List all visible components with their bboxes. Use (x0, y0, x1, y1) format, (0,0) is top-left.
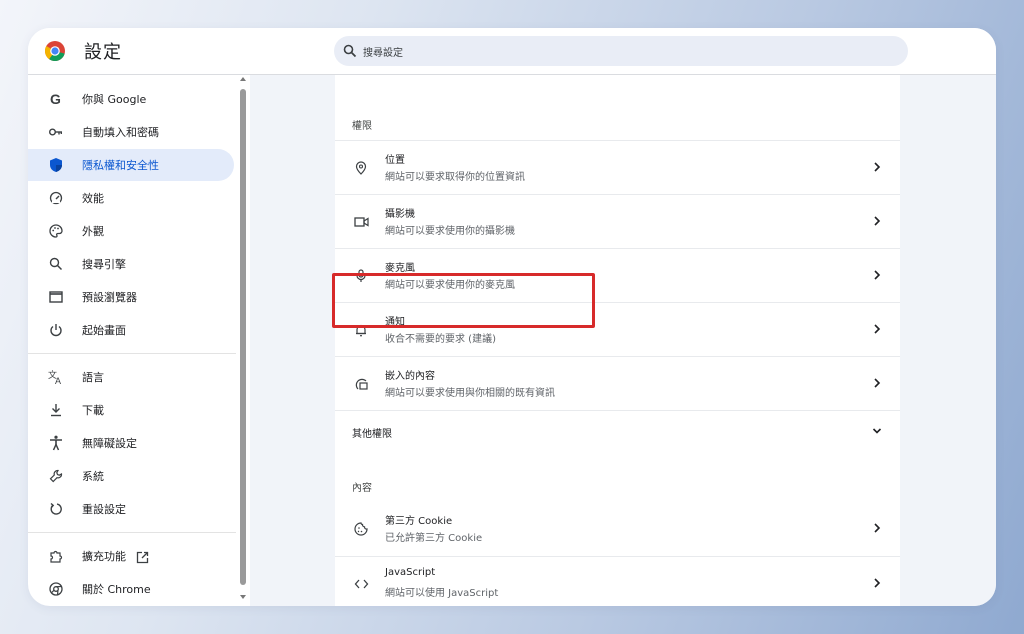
search-icon (48, 256, 64, 272)
google-g-icon: G (48, 91, 64, 107)
sidebar-item-label: 無障礙設定 (82, 437, 137, 450)
sidebar-item-appearance[interactable]: 外觀 (28, 215, 234, 247)
sidebar-item-downloads[interactable]: 下載 (28, 394, 234, 426)
permissions-heading: 權限 (352, 121, 372, 132)
sidebar-item-system[interactable]: 系統 (28, 460, 234, 492)
camera-icon (353, 214, 369, 230)
chevron-right-icon (872, 161, 882, 173)
row-subtitle: 網站可以要求取得你的位置資訊 (385, 172, 525, 183)
browser-window-icon (48, 289, 64, 305)
sidebar-item-label: 預設瀏覽器 (82, 291, 137, 304)
sidebar-item-label: 效能 (82, 192, 104, 205)
chrome-logo-icon (44, 40, 66, 62)
row-title: JavaScript (385, 567, 436, 578)
sidebar-item-on-startup[interactable]: 起始畫面 (28, 314, 234, 346)
row-title: 麥克風 (385, 263, 415, 274)
row-title: 位置 (385, 155, 405, 166)
puzzle-icon (48, 548, 64, 564)
sidebar-item-label: 起始畫面 (82, 324, 126, 337)
sidebar-item-label: 系統 (82, 470, 104, 483)
page-title: 設定 (84, 42, 122, 63)
code-icon (353, 576, 369, 592)
sidebar-item-label: 下載 (82, 404, 104, 417)
chevron-right-icon (872, 377, 882, 389)
chrome-icon (48, 581, 64, 597)
sidebar-item-label: 外觀 (82, 225, 104, 238)
location-pin-icon (353, 160, 369, 176)
translate-icon: 文A (48, 369, 64, 385)
chevron-right-icon (872, 577, 882, 589)
sidebar-divider (28, 353, 236, 354)
sidebar-item-you-and-google[interactable]: G 你與 Google (28, 83, 234, 115)
row-subtitle: 網站可以要求使用與你相關的既有資訊 (385, 388, 555, 399)
shield-icon (48, 157, 64, 173)
sidebar-item-label: 語言 (82, 371, 104, 384)
scroll-down-arrow-icon[interactable] (240, 595, 246, 599)
cookie-icon (353, 521, 369, 537)
search-placeholder: 搜尋設定 (363, 47, 403, 59)
sidebar: G 你與 Google 自動填入和密碼 隱私權和安全性 效能 外觀 搜尋引擎 預… (28, 75, 236, 606)
sidebar-item-accessibility[interactable]: 無障礙設定 (28, 427, 234, 459)
row-title: 嵌入的內容 (385, 371, 435, 382)
permission-row-location[interactable]: 位置 網站可以要求取得你的位置資訊 (335, 140, 900, 194)
search-icon (343, 44, 357, 58)
top-bar: 設定 搜尋設定 (28, 28, 996, 75)
chevron-down-icon (872, 425, 882, 437)
sidebar-item-label: 搜尋引擎 (82, 258, 126, 271)
search-input[interactable]: 搜尋設定 (334, 36, 908, 66)
sidebar-item-label: 擴充功能 (82, 548, 149, 564)
permission-row-camera[interactable]: 攝影機 網站可以要求使用你的攝影機 (335, 194, 900, 248)
notifications-highlight-box (332, 273, 595, 328)
svg-text:A: A (55, 376, 61, 385)
row-subtitle: 網站可以使用 JavaScript (385, 588, 499, 599)
permission-row-embedded-content[interactable]: 嵌入的內容 網站可以要求使用與你相關的既有資訊 (335, 356, 900, 410)
sidebar-item-about-chrome[interactable]: 關於 Chrome (28, 573, 234, 605)
more-permissions-toggle[interactable]: 其他權限 (335, 410, 900, 451)
sidebar-item-languages[interactable]: 文A 語言 (28, 361, 234, 393)
sidebar-item-autofill[interactable]: 自動填入和密碼 (28, 116, 234, 148)
open-in-new-icon (136, 551, 149, 564)
accessibility-icon (48, 435, 64, 451)
sidebar-item-label: 關於 Chrome (82, 583, 151, 596)
sidebar-item-label: 自動填入和密碼 (82, 126, 159, 139)
embedded-content-icon (353, 376, 369, 392)
sidebar-scrollbar[interactable] (236, 75, 250, 606)
sidebar-item-label: 隱私權和安全性 (82, 159, 159, 172)
power-icon (48, 322, 64, 338)
chevron-right-icon (872, 522, 882, 534)
palette-icon (48, 223, 64, 239)
key-icon (48, 124, 64, 140)
download-icon (48, 402, 64, 418)
settings-card: 權限 位置 網站可以要求取得你的位置資訊 攝影機 網站可以要求使用你的攝影機 麥… (335, 75, 900, 606)
wrench-icon (48, 468, 64, 484)
row-subtitle: 已允許第三方 Cookie (385, 533, 483, 544)
sidebar-item-default-browser[interactable]: 預設瀏覽器 (28, 281, 234, 313)
row-title: 其他權限 (352, 429, 392, 440)
row-subtitle: 收合不需要的要求 (建議) (385, 334, 496, 345)
sidebar-divider (28, 532, 236, 533)
sidebar-item-search-engine[interactable]: 搜尋引擎 (28, 248, 234, 280)
scrollbar-thumb[interactable] (240, 89, 246, 585)
sidebar-item-label: 你與 Google (82, 93, 147, 106)
content-row-javascript[interactable]: JavaScript 網站可以使用 JavaScript (335, 556, 900, 606)
sidebar-item-privacy-security[interactable]: 隱私權和安全性 (28, 149, 234, 181)
content-row-third-party-cookies[interactable]: 第三方 Cookie 已允許第三方 Cookie (335, 502, 900, 555)
svg-text:G: G (50, 92, 61, 106)
sidebar-item-performance[interactable]: 效能 (28, 182, 234, 214)
row-title: 攝影機 (385, 209, 415, 220)
chevron-right-icon (872, 323, 882, 335)
sidebar-item-reset-settings[interactable]: 重設設定 (28, 493, 234, 525)
row-subtitle: 網站可以要求使用你的攝影機 (385, 226, 515, 237)
scroll-up-arrow-icon[interactable] (240, 77, 246, 81)
speedometer-icon (48, 190, 64, 206)
row-title: 第三方 Cookie (385, 516, 453, 527)
chevron-right-icon (872, 269, 882, 281)
sidebar-item-extensions[interactable]: 擴充功能 (28, 540, 234, 572)
chevron-right-icon (872, 215, 882, 227)
reset-icon (48, 501, 64, 517)
content-heading: 內容 (352, 483, 372, 494)
sidebar-item-label: 重設設定 (82, 503, 126, 516)
extensions-label: 擴充功能 (82, 550, 126, 563)
